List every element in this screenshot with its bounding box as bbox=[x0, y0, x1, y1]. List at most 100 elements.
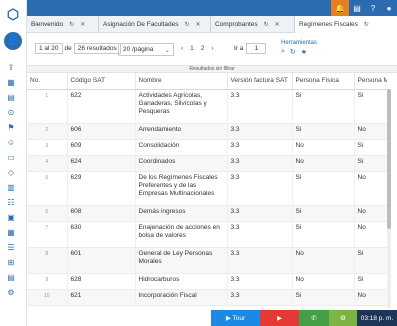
scrollbar-thumb[interactable] bbox=[387, 89, 391, 229]
cell-code: 601 bbox=[67, 247, 136, 274]
truck-icon[interactable]: ▭ bbox=[6, 152, 16, 164]
clock-time: 03:18 p. m. bbox=[357, 310, 397, 326]
per-page-select[interactable]: 20 /página ⌄ bbox=[118, 43, 174, 56]
refresh-icon[interactable]: ↻ bbox=[185, 21, 190, 28]
search-icon[interactable]: ⌕ bbox=[281, 48, 285, 56]
tab-regimenes-fiscales[interactable]: Regímenes Fiscales ↻ bbox=[295, 16, 397, 33]
chart-icon[interactable]: ▦ bbox=[6, 77, 16, 89]
tab-asignacion-de-facultades[interactable]: Asignación De Facultades ↻ ✕ bbox=[99, 16, 211, 33]
pin-icon[interactable]: ⊙ bbox=[6, 107, 16, 119]
regimenes-table: No. Código SAT Nombre Versión factura SA… bbox=[27, 73, 387, 306]
column-header[interactable]: Persona M bbox=[354, 73, 387, 90]
refresh-icon[interactable]: ↻ bbox=[290, 48, 296, 56]
cell-fisica: No bbox=[292, 139, 355, 156]
tab-comprobantes[interactable]: Comprobantes ↻ ✕ bbox=[211, 16, 295, 33]
row-number: 6 bbox=[27, 205, 68, 222]
tools-icons: ⌕ ↻ ★ bbox=[281, 48, 317, 56]
page-1-button[interactable]: 1 bbox=[190, 45, 194, 52]
table-row[interactable]: 4 624 Coordinados 3.3 No Si bbox=[27, 155, 387, 172]
next-page-button[interactable]: › bbox=[211, 45, 213, 52]
whatsapp-icon[interactable]: ✆ bbox=[299, 310, 329, 326]
tab-label: Asignación De Facultades bbox=[103, 21, 179, 28]
goto-input[interactable]: 1 bbox=[246, 43, 267, 54]
grid-toolbar: 1 al 20 de 26 resultados 20 /página ⌄ ‹ … bbox=[27, 33, 397, 65]
cell-fisica: No bbox=[292, 247, 355, 274]
table-row[interactable]: 8 601 General de Ley Personas Morales 3.… bbox=[27, 247, 387, 274]
youtube-icon[interactable]: ▶ bbox=[260, 310, 299, 326]
avatar[interactable]: 👤 bbox=[4, 32, 22, 50]
column-header[interactable]: Nombre bbox=[135, 73, 228, 90]
flag-icon[interactable]: ⚑ bbox=[6, 122, 16, 134]
tour-button[interactable]: ▶ Tour bbox=[211, 310, 260, 326]
report-icon[interactable]: ▤ bbox=[6, 272, 16, 284]
table-row[interactable]: 1 622 Actividades Agrícolas, Ganaderas, … bbox=[27, 89, 387, 124]
group-icon[interactable]: ☷ bbox=[6, 197, 16, 209]
close-icon[interactable]: ✕ bbox=[275, 21, 280, 28]
cell-code: 624 bbox=[67, 155, 136, 172]
row-number: 8 bbox=[27, 247, 68, 274]
star-icon[interactable]: ★ bbox=[301, 48, 307, 56]
column-header[interactable]: No. bbox=[27, 73, 68, 90]
table-row[interactable]: 9 628 Hidrocarburos 3.3 No Si bbox=[27, 273, 387, 290]
table-row[interactable]: 7 630 Enajenación de acciones en bolsa d… bbox=[27, 221, 387, 248]
sitemap-icon[interactable]: ⊞ bbox=[6, 257, 16, 269]
help-icon[interactable]: ? bbox=[365, 0, 381, 16]
vertical-scrollbar[interactable] bbox=[387, 89, 391, 308]
cell-name: Hidrocarburos bbox=[135, 273, 228, 290]
tab-bienvenido[interactable]: Bienvenido ↻ ✕ bbox=[27, 16, 99, 33]
per-page-value: 20 /página bbox=[123, 46, 154, 53]
cell-moral: Si bbox=[354, 155, 387, 172]
user-icon[interactable]: ● bbox=[381, 0, 397, 16]
column-header[interactable]: Código SAT bbox=[67, 73, 136, 90]
table-row[interactable]: 2 606 Arrendamiento 3.3 Si No bbox=[27, 123, 387, 140]
tab-label: Regímenes Fiscales bbox=[299, 21, 358, 28]
cell-moral: No bbox=[354, 221, 387, 248]
close-icon[interactable]: ✕ bbox=[80, 21, 85, 28]
top-bar: ≡ ⌕ 🔔 ▤ ? ● bbox=[0, 0, 397, 16]
cell-name: Incorporación Fiscal bbox=[135, 289, 228, 306]
user-icon[interactable]: ☺ bbox=[6, 137, 16, 149]
cell-code: 609 bbox=[67, 139, 136, 156]
table-row[interactable]: 10 621 Incorporación Fiscal 3.3 Si No bbox=[27, 289, 387, 306]
cell-version: 3.3 bbox=[227, 89, 293, 124]
chevron-down-icon: ⌄ bbox=[164, 47, 170, 54]
refresh-icon[interactable]: ↻ bbox=[364, 21, 369, 28]
upload-icon[interactable]: ⇪ bbox=[6, 62, 16, 74]
tag-icon[interactable]: ◇ bbox=[6, 167, 16, 179]
chat-icon[interactable]: ▤ bbox=[349, 0, 365, 16]
footer-bar: ▶ Tour ▶ ✆ ⚙ 03:18 p. m. bbox=[211, 310, 397, 326]
cell-code: 629 bbox=[67, 171, 136, 206]
row-number: 4 bbox=[27, 155, 68, 172]
pagination: ‹ 1 2 › bbox=[181, 45, 214, 52]
gear-icon[interactable]: ⚙ bbox=[329, 310, 357, 326]
column-header[interactable]: Versión factura SAT bbox=[227, 73, 293, 90]
cell-name: Enajenación de acciones en bolsa de valo… bbox=[135, 221, 228, 248]
sidebar: ⬡ 👤 ⇪ ▦ ▤ ⊙ ⚑ ☺ ▭ ◇ ▥ ☷ ▣ ▦ ☰ ⊞ ▤ ⚙ bbox=[0, 0, 27, 326]
cell-name: General de Ley Personas Morales bbox=[135, 247, 228, 274]
book-icon[interactable]: ▥ bbox=[6, 182, 16, 194]
column-header[interactable]: Persona Física bbox=[292, 73, 355, 90]
prev-page-button[interactable]: ‹ bbox=[181, 45, 183, 52]
sidebar-icons: ⇪ ▦ ▤ ⊙ ⚑ ☺ ▭ ◇ ▥ ☷ ▣ ▦ ☰ ⊞ ▤ ⚙ bbox=[6, 62, 20, 302]
cell-moral: No bbox=[354, 171, 387, 206]
refresh-icon[interactable]: ↻ bbox=[69, 21, 74, 28]
cell-moral: Si bbox=[354, 273, 387, 290]
page-2-button[interactable]: 2 bbox=[201, 45, 205, 52]
cell-fisica: Si bbox=[292, 123, 355, 140]
close-icon[interactable]: ✕ bbox=[196, 21, 201, 28]
refresh-icon[interactable]: ↻ bbox=[264, 21, 269, 28]
notification-bell-icon[interactable]: 🔔 bbox=[331, 0, 349, 16]
cell-moral: Si bbox=[354, 139, 387, 156]
table-row[interactable]: 5 629 De los Regímenes Fiscales Preferen… bbox=[27, 171, 387, 206]
list-icon[interactable]: ☰ bbox=[6, 242, 16, 254]
table-row[interactable]: 6 608 Demás ingresos 3.3 Si No bbox=[27, 205, 387, 222]
row-number: 3 bbox=[27, 139, 68, 156]
document-icon[interactable]: ▤ bbox=[6, 92, 16, 104]
cell-version: 3.3 bbox=[227, 273, 293, 290]
tab-label: Comprobantes bbox=[215, 21, 258, 28]
table-row[interactable]: 3 609 Consolidación 3.3 No Si bbox=[27, 139, 387, 156]
filter-status: Resultados sin filtrar bbox=[27, 65, 397, 73]
calculator-icon[interactable]: ▦ bbox=[6, 227, 16, 239]
building-icon[interactable]: ▣ bbox=[6, 212, 16, 224]
settings-icon[interactable]: ⚙ bbox=[6, 287, 16, 299]
